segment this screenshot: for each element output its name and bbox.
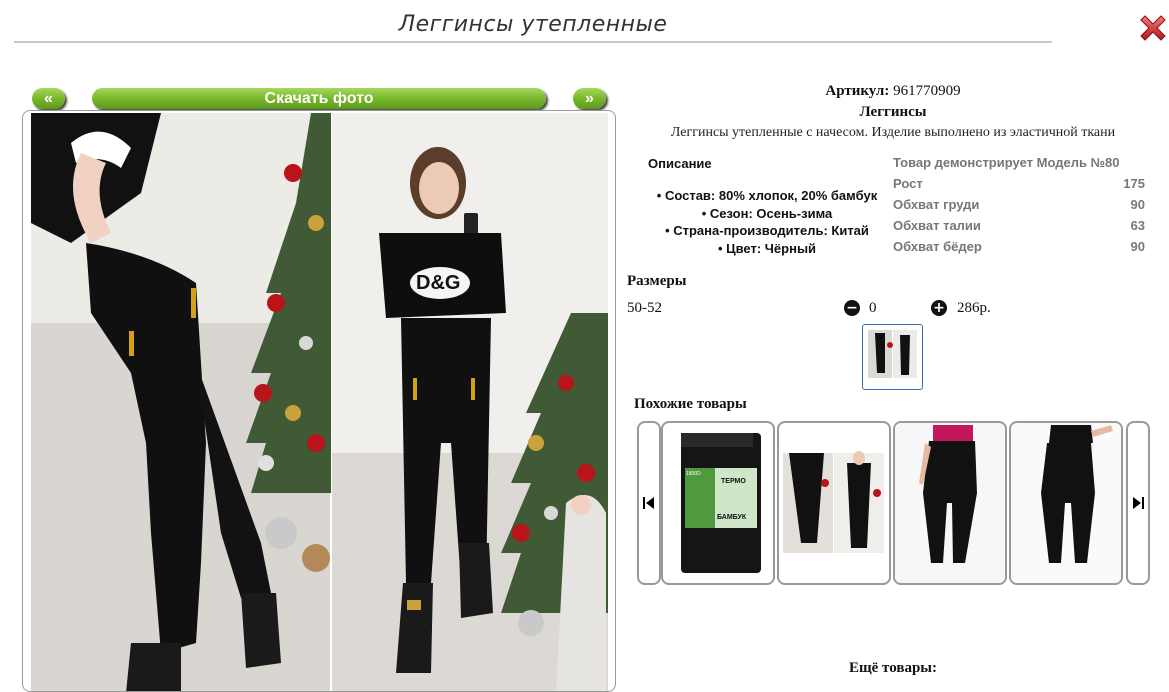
price: 286р. (957, 300, 991, 316)
similar-item[interactable] (893, 421, 1007, 585)
plus-icon: + (933, 300, 945, 316)
skip-prev-icon (643, 497, 654, 509)
svg-text:БАМБУК: БАМБУК (717, 514, 747, 521)
increase-qty-button[interactable]: + (931, 300, 947, 316)
title-divider (14, 41, 1052, 43)
decrease-qty-button[interactable]: − (844, 300, 860, 316)
param-row: Обхват груди 90 (893, 197, 1145, 218)
svg-text:1800D: 1800D (686, 471, 701, 477)
size-label: 50-52 (627, 300, 662, 316)
carousel-prev-button[interactable] (637, 421, 661, 585)
param-value: 90 (1130, 239, 1145, 254)
main-product-photo[interactable]: D&G (31, 113, 608, 692)
description-heading: Описание (648, 156, 712, 171)
similar-heading: Похожие товары (634, 396, 747, 412)
param-value: 63 (1130, 218, 1145, 233)
svg-text:D&G: D&G (416, 272, 460, 294)
product-name: Леггинсы (859, 104, 927, 120)
spec-item: • Цвет: Чёрный (717, 240, 817, 256)
next-photo-button[interactable]: » (573, 88, 606, 109)
thumbnail-image (868, 330, 917, 378)
specs-list: • Состав: 80% хлопок, 20% бамбук • Сезон… (636, 187, 898, 257)
carousel-next-button[interactable] (1126, 421, 1150, 585)
product-description: Леггинсы утепленные с начесом. Изделие в… (670, 125, 1116, 140)
param-row: Обхват бёдер 90 (893, 239, 1145, 260)
param-value: 90 (1130, 197, 1145, 212)
more-products-heading: Ещё товары: (848, 660, 938, 676)
spec-item: • Сезон: Осень-зима (701, 205, 833, 221)
close-button[interactable] (1137, 12, 1169, 44)
page-title: Леггинсы утепленные (398, 12, 668, 37)
sizes-heading: Размеры (627, 273, 687, 289)
spec-item: • Состав: 80% хлопок, 20% бамбук (656, 188, 878, 203)
qty-value: 0 (869, 300, 877, 316)
spec-item: • Страна-производитель: Китай (665, 223, 869, 238)
model-title: Товар демонстрирует Модель №80 (893, 155, 1120, 170)
article-value: 961770909 (893, 83, 961, 99)
download-photo-button[interactable]: Скачать фото (92, 88, 546, 109)
similar-item-image: ТЕРМО БАМБУК 1800D (681, 433, 761, 573)
similar-item[interactable]: ТЕРМО БАМБУК 1800D (661, 421, 775, 585)
similar-item[interactable] (777, 421, 891, 585)
param-label: Обхват талии (893, 218, 981, 233)
param-row: Рост 175 (893, 176, 1145, 197)
similar-item-image (1011, 423, 1121, 583)
main-photo-frame: D&G (22, 110, 616, 692)
similar-item-image (783, 451, 884, 553)
similar-item-image (895, 423, 1005, 583)
param-label: Обхват груди (893, 197, 980, 212)
param-row: Обхват талии 63 (893, 218, 1145, 239)
param-label: Обхват бёдер (893, 239, 982, 254)
article-line: Артикул: 961770909 (620, 83, 1166, 100)
model-params: Товар демонстрирует Модель №80 Рост 175 … (893, 155, 1145, 260)
minus-icon: − (846, 300, 858, 316)
selected-photo-thumbnail[interactable] (862, 324, 923, 390)
svg-text:ТЕРМО: ТЕРМО (721, 478, 746, 485)
article-label: Артикул: (825, 83, 890, 99)
skip-next-icon (1133, 497, 1144, 509)
similar-item[interactable] (1009, 421, 1123, 585)
param-value: 175 (1123, 176, 1145, 191)
close-icon (1140, 15, 1166, 41)
param-label: Рост (893, 176, 923, 191)
prev-photo-button[interactable]: « (32, 88, 65, 109)
